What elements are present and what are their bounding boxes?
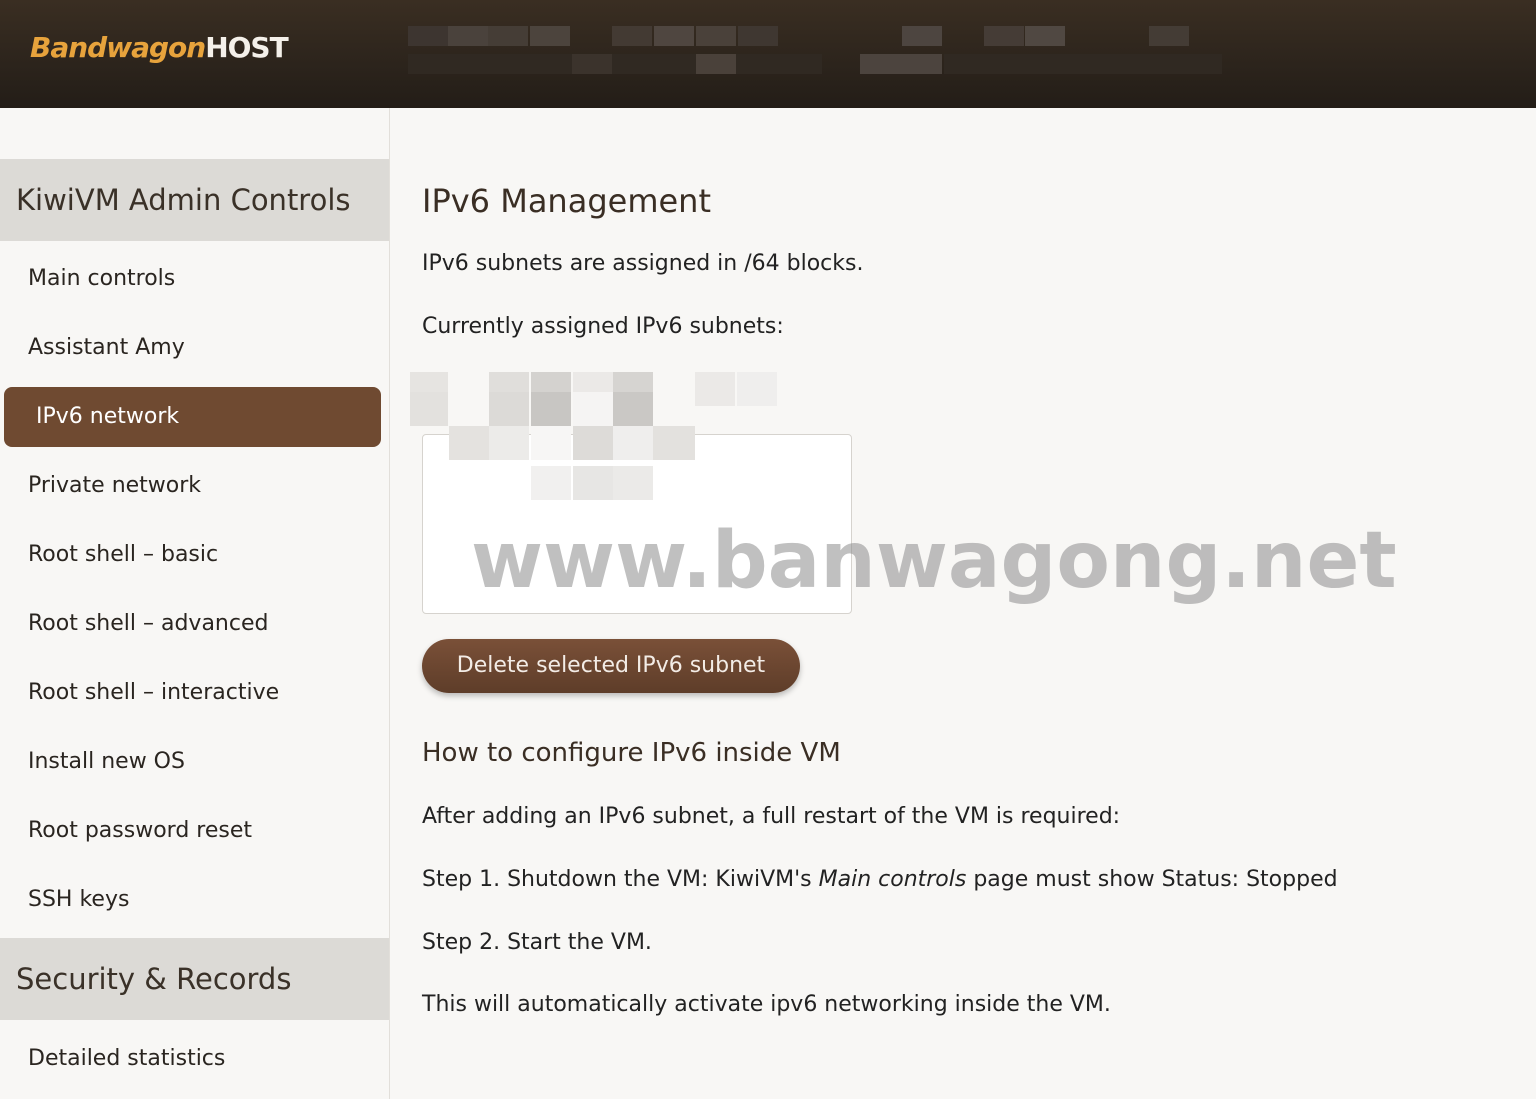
mosaic-block: [696, 54, 736, 74]
step1-main-controls-emphasis: Main controls: [818, 867, 967, 892]
sidebar-section-admin-controls: KiwiVM Admin Controls: [0, 159, 389, 241]
mosaic-block: [531, 392, 571, 426]
sidebar-item-root-shell-advanced[interactable]: Root shell – advanced: [4, 594, 381, 654]
mosaic-block: [489, 392, 529, 426]
mosaic-block: [984, 26, 1024, 46]
sidebar-item-private-network[interactable]: Private network: [4, 456, 381, 516]
mosaic-block: [449, 426, 489, 460]
mosaic-block: [737, 372, 777, 406]
mosaic-block: [654, 26, 694, 46]
mosaic-block: [573, 426, 613, 460]
mosaic-block: [613, 466, 653, 500]
mosaic-block: [944, 54, 1222, 74]
mosaic-block: [408, 26, 448, 46]
mosaic-block: [696, 26, 736, 46]
sidebar-item-main-controls[interactable]: Main controls: [4, 249, 381, 309]
mosaic-block: [573, 466, 613, 500]
mosaic-block: [410, 392, 448, 426]
mosaic-block: [573, 392, 613, 426]
step1-prefix: Step 1. Shutdown the VM: KiwiVM's: [422, 867, 819, 892]
page-title: IPv6 Management: [422, 182, 711, 220]
delete-ipv6-subnet-button[interactable]: Delete selected IPv6 subnet: [422, 639, 800, 693]
logo-text-host: HOST: [205, 31, 289, 64]
mosaic-block: [613, 392, 653, 426]
sidebar-item-root-shell-basic[interactable]: Root shell – basic: [4, 525, 381, 585]
howto-heading: How to configure IPv6 inside VM: [422, 738, 841, 768]
mosaic-block: [613, 426, 653, 460]
assigned-subnets-label: Currently assigned IPv6 subnets:: [422, 314, 784, 339]
closing-text: This will automatically activate ipv6 ne…: [422, 992, 1111, 1017]
mosaic-block: [572, 54, 612, 74]
sidebar-item-detailed-statistics[interactable]: Detailed statistics: [4, 1029, 381, 1089]
sidebar-item-ipv6-network[interactable]: IPv6 network: [4, 387, 381, 447]
mosaic-block: [695, 372, 735, 406]
watermark-text: www.banwagong.net: [471, 516, 1397, 606]
mosaic-block: [902, 26, 942, 46]
logo-text-bandwagon: Bandwagon: [30, 31, 206, 64]
sidebar-item-root-shell-interactive[interactable]: Root shell – interactive: [4, 663, 381, 723]
mosaic-block: [860, 54, 942, 74]
mosaic-block: [530, 26, 570, 46]
mosaic-block: [531, 426, 571, 460]
intro-text: IPv6 subnets are assigned in /64 blocks.: [422, 251, 864, 276]
mosaic-block: [408, 54, 822, 74]
bandwagonhost-logo[interactable]: BandwagonHOST: [30, 30, 289, 66]
mosaic-block: [653, 426, 695, 460]
mosaic-block: [1149, 26, 1189, 46]
sidebar-section-security-records: Security & Records: [0, 938, 389, 1020]
mosaic-block: [489, 426, 529, 460]
main-content: IPv6 Management IPv6 subnets are assigne…: [391, 108, 1536, 1099]
howto-intro-text: After adding an IPv6 subnet, a full rest…: [422, 804, 1121, 829]
mosaic-block: [1025, 26, 1065, 46]
step1-suffix: page must show Status: Stopped: [966, 867, 1338, 892]
step2-text: Step 2. Start the VM.: [422, 930, 652, 955]
mosaic-block: [448, 26, 488, 46]
sidebar-item-assistant-amy[interactable]: Assistant Amy: [4, 318, 381, 378]
mosaic-block: [738, 26, 778, 46]
sidebar-item-install-new-os[interactable]: Install new OS: [4, 732, 381, 792]
mosaic-block: [488, 26, 528, 46]
top-header: BandwagonHOST: [0, 0, 1536, 108]
mosaic-block: [612, 26, 652, 46]
sidebar-item-root-password-reset[interactable]: Root password reset: [4, 801, 381, 861]
sidebar: KiwiVM Admin Controls Main controls Assi…: [0, 108, 390, 1099]
sidebar-item-ssh-keys[interactable]: SSH keys: [4, 870, 381, 930]
step1-text: Step 1. Shutdown the VM: KiwiVM's Main c…: [422, 867, 1338, 892]
mosaic-block: [531, 466, 571, 500]
